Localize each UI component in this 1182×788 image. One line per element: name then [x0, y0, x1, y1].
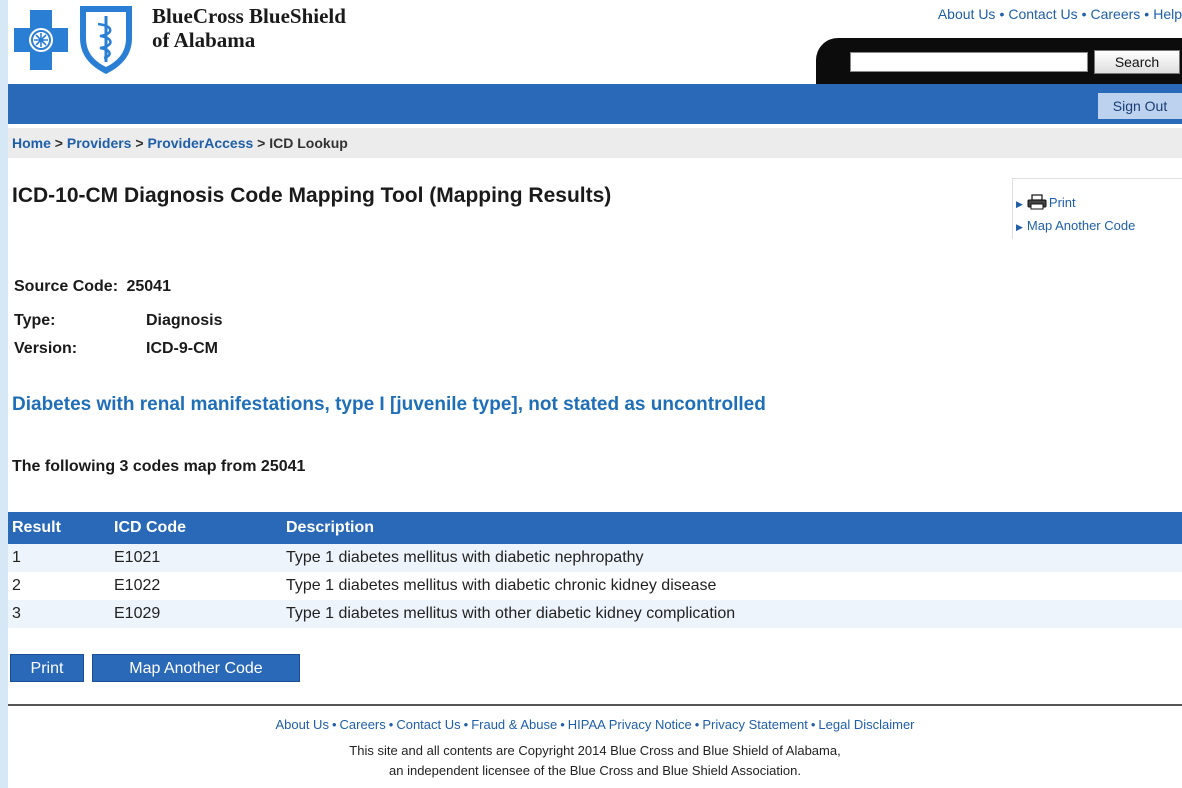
- type-label: Type:: [14, 312, 56, 329]
- footer-divider: [8, 704, 1182, 706]
- description-cell: Type 1 diabetes mellitus with diabetic c…: [282, 572, 1182, 600]
- icd-code-cell: E1029: [110, 600, 282, 628]
- top-link-help[interactable]: Help: [1153, 6, 1182, 22]
- brand-name: BlueCross BlueShield: [152, 4, 346, 28]
- footer-link-hipaa[interactable]: HIPAA Privacy Notice: [568, 717, 692, 732]
- source-code-label: Source Code:: [14, 278, 119, 295]
- breadcrumb-providers[interactable]: Providers: [67, 135, 132, 151]
- version-label: Version:: [14, 340, 78, 357]
- breadcrumb: Home > Providers > ProviderAccess > ICD …: [12, 135, 348, 151]
- top-link-about-us[interactable]: About Us: [938, 6, 996, 22]
- triangle-right-icon: ▶: [1016, 222, 1023, 232]
- type-value: Diagnosis: [146, 312, 223, 329]
- top-link-contact-us[interactable]: Contact Us: [1008, 6, 1077, 22]
- results-table: Result ICD Code Description 1 E1021 Type…: [8, 512, 1182, 628]
- nav-band: [8, 84, 1182, 124]
- code-description: Diabetes with renal manifestations, type…: [12, 394, 766, 415]
- footer-link-legal[interactable]: Legal Disclaimer: [818, 717, 914, 732]
- column-header-icd-code: ICD Code: [110, 512, 282, 544]
- breadcrumb-provideraccess[interactable]: ProviderAccess: [147, 135, 253, 151]
- icd-code-cell: E1022: [110, 572, 282, 600]
- brand-subtitle: of Alabama: [152, 28, 256, 52]
- footer-link-fraud-abuse[interactable]: Fraud & Abuse: [471, 717, 557, 732]
- copyright-line-2: an independent licensee of the Blue Cros…: [389, 763, 801, 778]
- triangle-right-icon: ▶: [1016, 199, 1023, 209]
- type-row: Type: Diagnosis: [14, 312, 222, 330]
- table-header-row: Result ICD Code Description: [8, 512, 1182, 544]
- copyright-line-1: This site and all contents are Copyright…: [349, 743, 841, 758]
- search-input[interactable]: [850, 52, 1088, 72]
- top-link-careers[interactable]: Careers: [1091, 6, 1141, 22]
- column-header-description: Description: [282, 512, 1182, 544]
- top-nav: About Us • Contact Us • Careers • Help: [937, 6, 1182, 22]
- footer-link-contact-us[interactable]: Contact Us: [396, 717, 460, 732]
- printer-icon: [1027, 194, 1047, 210]
- breadcrumb-current: ICD Lookup: [269, 135, 348, 151]
- description-cell: Type 1 diabetes mellitus with other diab…: [282, 600, 1182, 628]
- source-code-value: 25041: [126, 278, 171, 295]
- sign-out-button[interactable]: Sign Out: [1098, 93, 1182, 119]
- result-cell: 3: [8, 600, 110, 628]
- source-code-row: Source Code: 25041: [14, 278, 171, 296]
- footer-link-careers[interactable]: Careers: [340, 717, 386, 732]
- footer-link-about-us[interactable]: About Us: [275, 717, 328, 732]
- mapping-summary: The following 3 codes map from 25041: [12, 458, 306, 475]
- result-cell: 2: [8, 572, 110, 600]
- side-map-another-link[interactable]: ▶ Map Another Code: [1016, 218, 1135, 233]
- footer-link-privacy[interactable]: Privacy Statement: [702, 717, 808, 732]
- version-row: Version: ICD-9-CM: [14, 340, 218, 358]
- side-print-link[interactable]: ▶ Print: [1016, 194, 1076, 210]
- description-cell: Type 1 diabetes mellitus with diabetic n…: [282, 544, 1182, 572]
- version-value: ICD-9-CM: [146, 340, 218, 357]
- blue-shield-logo-icon[interactable]: [74, 2, 138, 76]
- map-another-code-button[interactable]: Map Another Code: [92, 654, 300, 682]
- page-title: ICD-10-CM Diagnosis Code Mapping Tool (M…: [12, 184, 612, 207]
- table-row: 2 E1022 Type 1 diabetes mellitus with di…: [8, 572, 1182, 600]
- column-header-result: Result: [8, 512, 110, 544]
- breadcrumb-home[interactable]: Home: [12, 135, 51, 151]
- table-row: 1 E1021 Type 1 diabetes mellitus with di…: [8, 544, 1182, 572]
- footer-links: About Us • Careers • Contact Us • Fraud & Abus…: [275, 717, 915, 732]
- icd-code-cell: E1021: [110, 544, 282, 572]
- result-cell: 1: [8, 544, 110, 572]
- table-row: 3 E1029 Type 1 diabetes mellitus with ot…: [8, 600, 1182, 628]
- page-frame: BlueCross BlueShield of Alabama About Us…: [8, 0, 1182, 788]
- search-button[interactable]: Search: [1094, 50, 1180, 74]
- print-button[interactable]: Print: [10, 654, 84, 682]
- blue-cross-logo-icon[interactable]: [12, 6, 70, 76]
